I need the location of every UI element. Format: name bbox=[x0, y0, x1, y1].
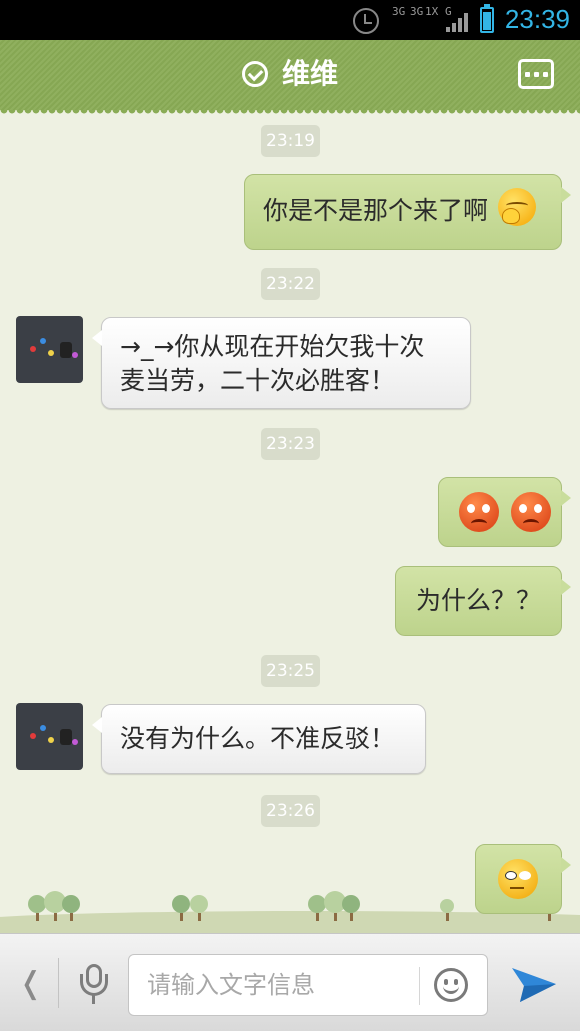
message-outgoing[interactable] bbox=[438, 477, 571, 547]
contact-name: 维维 bbox=[281, 57, 338, 90]
message-outgoing[interactable] bbox=[475, 844, 571, 914]
message-input-box[interactable] bbox=[128, 954, 488, 1016]
message-incoming[interactable]: 没有为什么。不准反驳！ bbox=[92, 704, 426, 774]
status-time: 23:39 bbox=[504, 4, 570, 34]
message-input[interactable] bbox=[147, 965, 417, 1005]
timestamp: 23:23 bbox=[261, 428, 320, 460]
smiley-icon[interactable] bbox=[434, 968, 468, 1002]
message-text: 为什么？？ bbox=[416, 586, 542, 615]
signal-icon bbox=[446, 12, 470, 32]
status-bar: 3G 3G 1X G 23:39 bbox=[0, 0, 580, 40]
message-incoming[interactable]: →_→你从现在开始欠我十次 麦当劳，二十次必胜客！ bbox=[92, 317, 471, 409]
divider bbox=[58, 958, 59, 1008]
message-text: →_→你从现在开始欠我十次 麦当劳，二十次必胜客！ bbox=[120, 332, 425, 395]
contact-avatar[interactable] bbox=[16, 703, 83, 770]
more-options-icon bbox=[524, 71, 530, 77]
message-outgoing[interactable]: 你是不是那个来了啊 bbox=[244, 174, 571, 250]
message-text: 你是不是那个来了啊 bbox=[263, 196, 489, 225]
send-icon[interactable] bbox=[510, 962, 558, 1006]
title-group: 维维 bbox=[0, 54, 580, 94]
shy-emoji-icon bbox=[497, 188, 536, 226]
contact-avatar[interactable] bbox=[16, 316, 83, 383]
angry-emoji-icon bbox=[510, 492, 551, 532]
message-text: 没有为什么。不准反驳！ bbox=[120, 724, 396, 753]
alarm-icon bbox=[353, 8, 379, 34]
timestamp: 23:26 bbox=[261, 795, 320, 827]
input-bar: ❬ bbox=[0, 933, 580, 1031]
network-1x-label: 1X bbox=[425, 5, 439, 18]
microphone-icon[interactable] bbox=[80, 964, 108, 1004]
timestamp: 23:19 bbox=[261, 125, 320, 157]
battery-icon bbox=[480, 4, 494, 33]
chevron-left-icon[interactable]: ❬ bbox=[18, 964, 43, 1004]
timestamp: 23:22 bbox=[261, 268, 320, 300]
chat-area[interactable]: 23:19 你是不是那个来了啊 23:22 →_→你从现在开始欠我十次 麦当劳，… bbox=[0, 110, 580, 933]
network-3g-label-1: 3G bbox=[392, 5, 406, 18]
network-3g-label-2: 3G bbox=[410, 5, 424, 18]
timestamp: 23:25 bbox=[261, 655, 320, 687]
check-circle-icon bbox=[241, 61, 268, 87]
eye-roll-emoji-icon bbox=[498, 859, 538, 899]
chat-header: 维维 bbox=[0, 40, 580, 116]
more-options-button[interactable] bbox=[518, 59, 554, 89]
divider bbox=[419, 967, 420, 1005]
message-outgoing[interactable]: 为什么？？ bbox=[395, 566, 571, 636]
angry-emoji-icon bbox=[459, 492, 499, 532]
